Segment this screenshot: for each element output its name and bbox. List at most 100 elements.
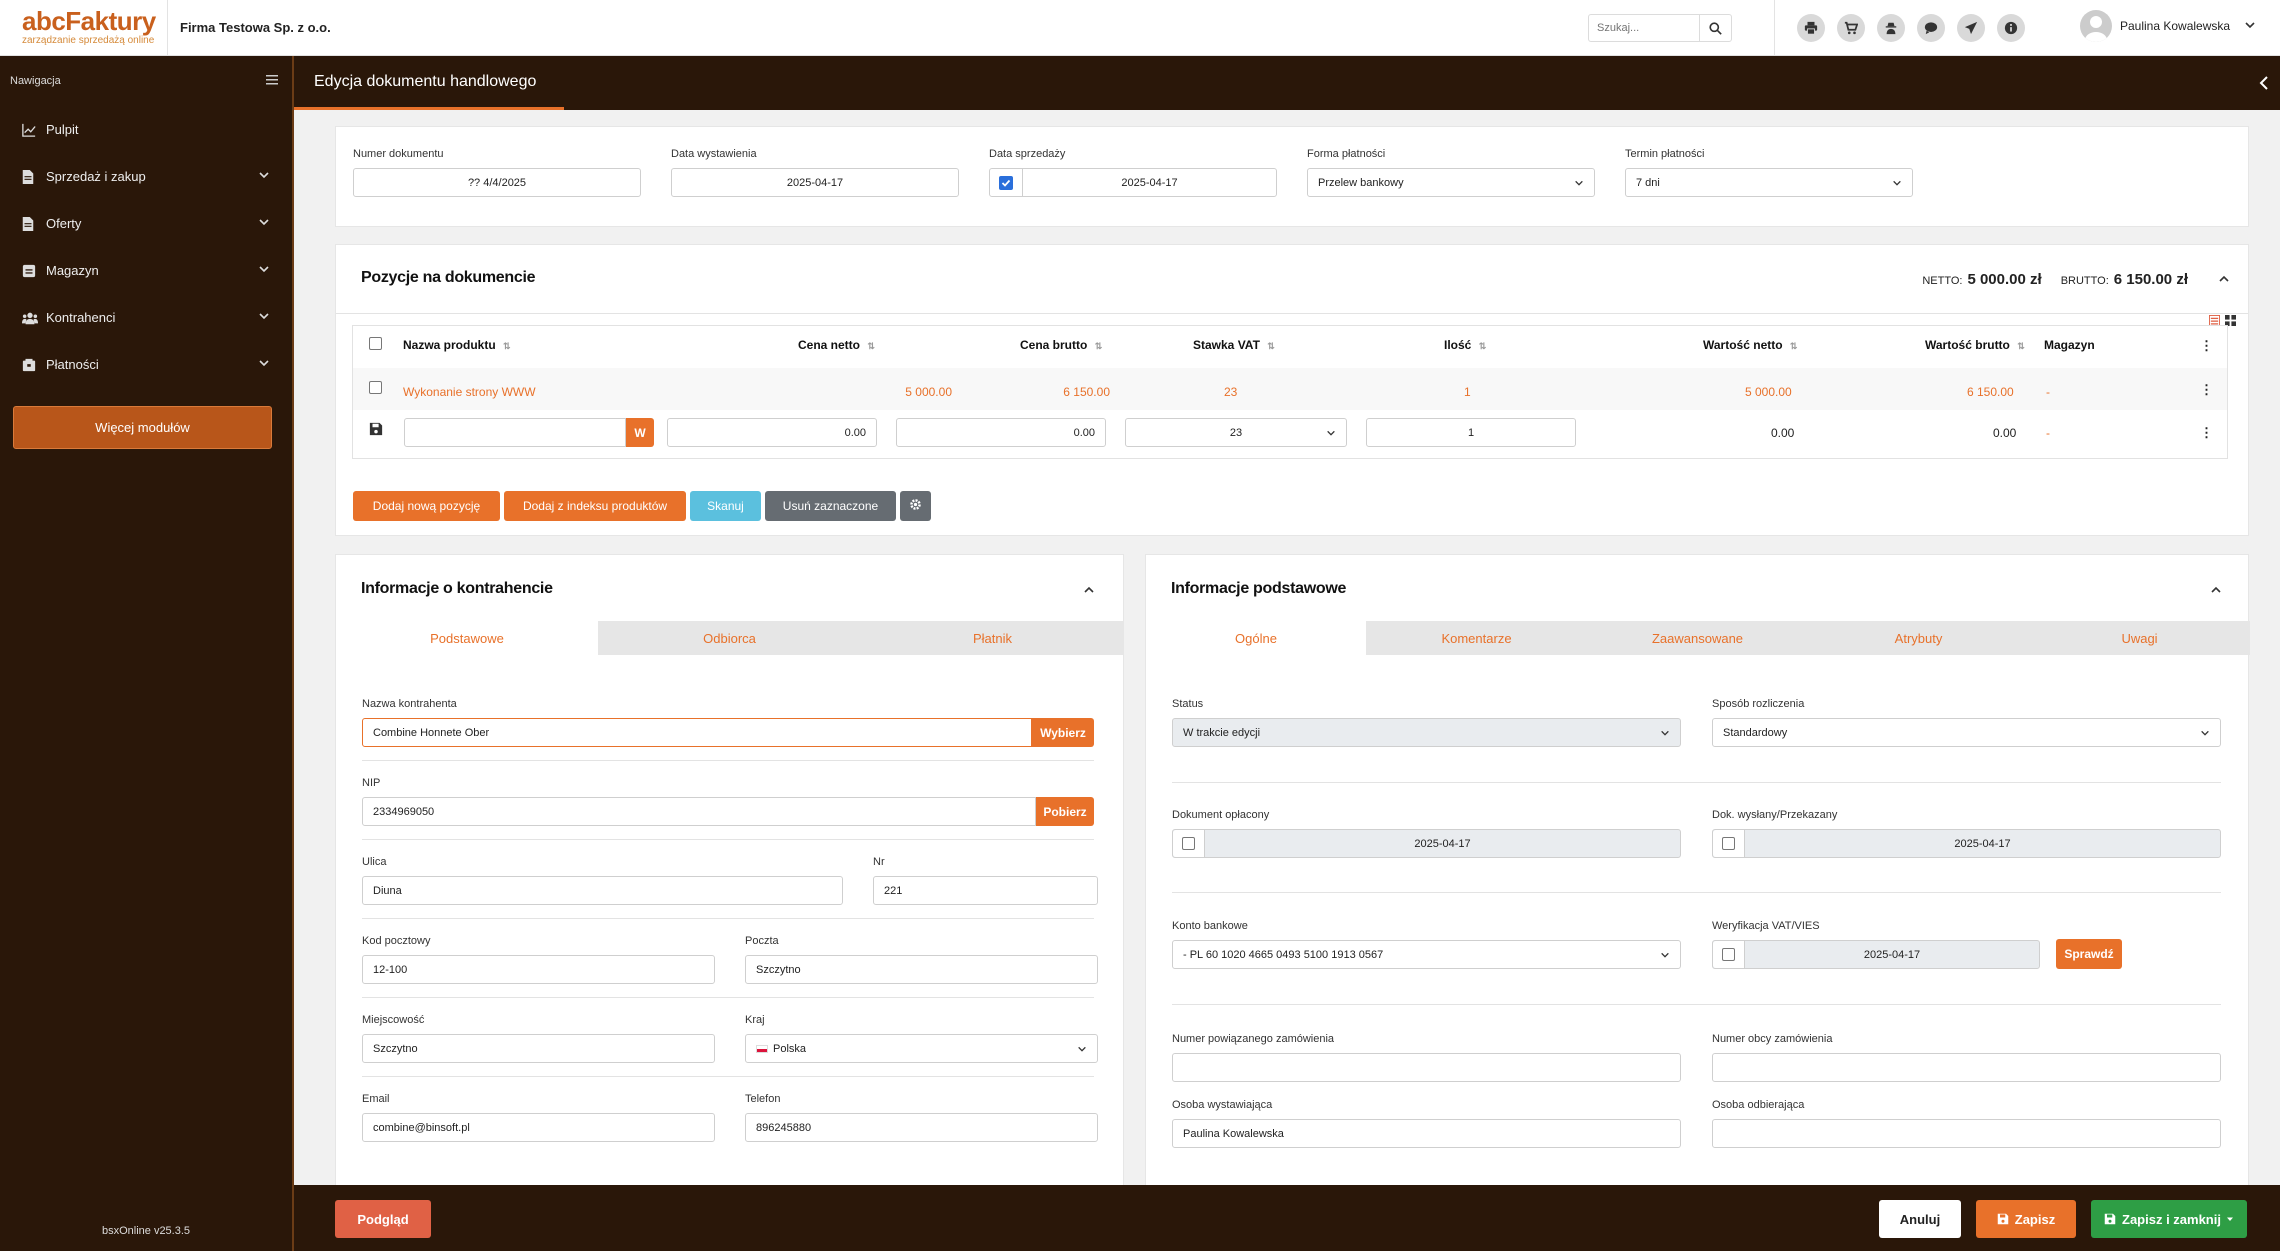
contractor-name-input[interactable]: Combine Honnete Ober	[362, 718, 1032, 747]
sidebar-item-pulpit[interactable]: Pulpit	[0, 106, 292, 153]
hamburger-icon[interactable]	[266, 74, 278, 88]
more-modules-button[interactable]: Więcej modułów	[13, 406, 272, 449]
settings-button[interactable]	[900, 491, 931, 521]
chevron-left-icon[interactable]	[2258, 75, 2270, 94]
payment-form-select[interactable]: Przelew bankowy	[1307, 168, 1595, 197]
chevron-up-icon[interactable]	[2210, 584, 2222, 599]
status-select[interactable]: W trakcie edycji	[1172, 718, 1681, 747]
user-menu[interactable]: Paulina Kowalewska	[2080, 10, 2256, 42]
sidebar-item-sprzedaz[interactable]: Sprzedaż i zakup	[0, 153, 292, 200]
payment-term-select[interactable]: 7 dni	[1625, 168, 1913, 197]
row-checkbox[interactable]	[369, 381, 382, 394]
row-product-name[interactable]: Wykonanie strony WWW	[403, 385, 536, 399]
tab-odbiorca[interactable]: Odbiorca	[598, 621, 861, 655]
more-vertical-icon[interactable]: ⋮	[2200, 382, 2213, 398]
delete-selected-button[interactable]: Usuń zaznaczone	[765, 491, 896, 521]
chevron-up-icon[interactable]	[2218, 273, 2230, 288]
col-vat[interactable]: Stawka VAT ⇅	[1193, 338, 1275, 352]
new-netto-input[interactable]: 0.00	[667, 418, 877, 447]
save-button[interactable]: Zapisz	[1976, 1200, 2076, 1238]
add-from-index-button[interactable]: Dodaj z indeksu produktów	[504, 491, 686, 521]
tab-zaawansowane[interactable]: Zaawansowane	[1587, 621, 1808, 655]
app-logo[interactable]: abcFaktury zarządzanie sprzedażą online	[22, 8, 167, 48]
sidebar-item-platnosci[interactable]: Płatności	[0, 341, 292, 388]
city-input[interactable]: Szczytno	[362, 1034, 715, 1063]
search-input[interactable]	[1589, 15, 1699, 41]
sidebar-item-magazyn[interactable]: Magazyn	[0, 247, 292, 294]
sale-date-checkbox[interactable]	[990, 169, 1023, 196]
post-input[interactable]: Szczytno	[745, 955, 1098, 984]
tab-komentarze[interactable]: Komentarze	[1366, 621, 1587, 655]
choose-button[interactable]: Wybierz	[1032, 718, 1094, 747]
bank-select[interactable]: - PL 60 1020 4665 0493 5100 1913 0567	[1172, 940, 1681, 969]
phone-input[interactable]: 896245880	[745, 1113, 1098, 1142]
sent-date[interactable]: 2025-04-17	[1745, 838, 2220, 850]
add-new-position-button[interactable]: Dodaj nową pozycję	[353, 491, 500, 521]
info-icon[interactable]	[1997, 14, 2025, 42]
user-secret-icon[interactable]	[1877, 14, 1905, 42]
col-brutto[interactable]: Cena brutto ⇅	[1020, 338, 1102, 352]
sent-checkbox[interactable]	[1722, 837, 1735, 850]
col-qty[interactable]: Ilość ⇅	[1444, 338, 1486, 352]
nip-input[interactable]: 2334969050	[362, 797, 1036, 826]
issue-date-input[interactable]: 2025-04-17	[671, 168, 959, 197]
select-all-checkbox[interactable]	[369, 337, 382, 350]
col-value-netto[interactable]: Wartość netto ⇅	[1703, 338, 1797, 352]
tab-podstawowe[interactable]: Podstawowe	[336, 621, 598, 655]
chevron-down-icon	[1660, 728, 1670, 741]
chevron-down-icon	[1077, 1044, 1087, 1057]
save-close-button[interactable]: Zapisz i zamknij	[2091, 1200, 2247, 1238]
positions-table: Nazwa produktu ⇅ Cena netto ⇅ Cena brutt…	[352, 325, 2228, 459]
fetch-button[interactable]: Pobierz	[1036, 797, 1094, 826]
new-qty-input[interactable]: 1	[1366, 418, 1576, 447]
new-vat-select[interactable]: 23	[1125, 418, 1347, 447]
tab-platnik[interactable]: Płatnik	[861, 621, 1124, 655]
send-icon[interactable]	[1957, 14, 1985, 42]
settlement-select[interactable]: Standardowy	[1712, 718, 2221, 747]
col-warehouse[interactable]: Magazyn	[2044, 338, 2095, 352]
col-value-brutto[interactable]: Wartość brutto ⇅	[1925, 338, 2025, 352]
company-name: Firma Testowa Sp. z o.o.	[180, 20, 331, 35]
email-input[interactable]: combine@binsoft.pl	[362, 1113, 715, 1142]
cancel-button[interactable]: Anuluj	[1879, 1200, 1961, 1238]
more-vertical-icon[interactable]: ⋮	[2200, 338, 2213, 354]
col-netto[interactable]: Cena netto ⇅	[798, 338, 875, 352]
tab-ogolne[interactable]: Ogólne	[1146, 621, 1366, 655]
nr-input[interactable]: 221	[873, 876, 1098, 905]
chevron-up-icon[interactable]	[1083, 584, 1095, 599]
receiver-input[interactable]	[1712, 1119, 2221, 1148]
printer-icon[interactable]	[1797, 14, 1825, 42]
vat-check-checkbox[interactable]	[1722, 948, 1735, 961]
verify-button[interactable]: Sprawdź	[2056, 939, 2122, 969]
sale-date-input[interactable]: 2025-04-17	[1023, 177, 1276, 189]
scan-button[interactable]: Skanuj	[690, 491, 761, 521]
related-order-label: Numer powiązanego zamówienia	[1172, 1033, 1335, 1045]
sidebar-item-label: Magazyn	[46, 263, 99, 278]
col-product-name[interactable]: Nazwa produktu ⇅	[403, 338, 511, 352]
new-value-brutto: 0.00	[1993, 426, 2017, 440]
preview-button[interactable]: Podgląd	[335, 1200, 431, 1238]
street-input[interactable]: Diuna	[362, 876, 843, 905]
postal-input[interactable]: 12-100	[362, 955, 715, 984]
save-row-icon[interactable]	[369, 422, 383, 439]
new-product-name-input[interactable]	[404, 418, 626, 447]
sidebar-item-oferty[interactable]: Oferty	[0, 200, 292, 247]
w-button[interactable]: W	[626, 418, 654, 447]
doc-number-input[interactable]: ?? 4/4/2025	[353, 168, 641, 197]
cart-icon[interactable]	[1837, 14, 1865, 42]
paid-checkbox[interactable]	[1182, 837, 1195, 850]
more-vertical-icon[interactable]: ⋮	[2200, 425, 2213, 441]
tab-uwagi[interactable]: Uwagi	[2029, 621, 2250, 655]
paid-date[interactable]: 2025-04-17	[1205, 838, 1680, 850]
related-order-input[interactable]	[1172, 1053, 1681, 1082]
tab-atrybuty[interactable]: Atrybuty	[1808, 621, 2029, 655]
issuer-input[interactable]: Paulina Kowalewska	[1172, 1119, 1681, 1148]
table-row[interactable]	[353, 368, 2227, 410]
country-select[interactable]: Polska	[745, 1034, 1098, 1063]
new-brutto-input[interactable]: 0.00	[896, 418, 1106, 447]
search-icon[interactable]	[1699, 15, 1731, 41]
chat-icon[interactable]	[1917, 14, 1945, 42]
sidebar-item-kontrahenci[interactable]: Kontrahenci	[0, 294, 292, 341]
foreign-order-input[interactable]	[1712, 1053, 2221, 1082]
vat-check-date[interactable]: 2025-04-17	[1745, 949, 2039, 961]
